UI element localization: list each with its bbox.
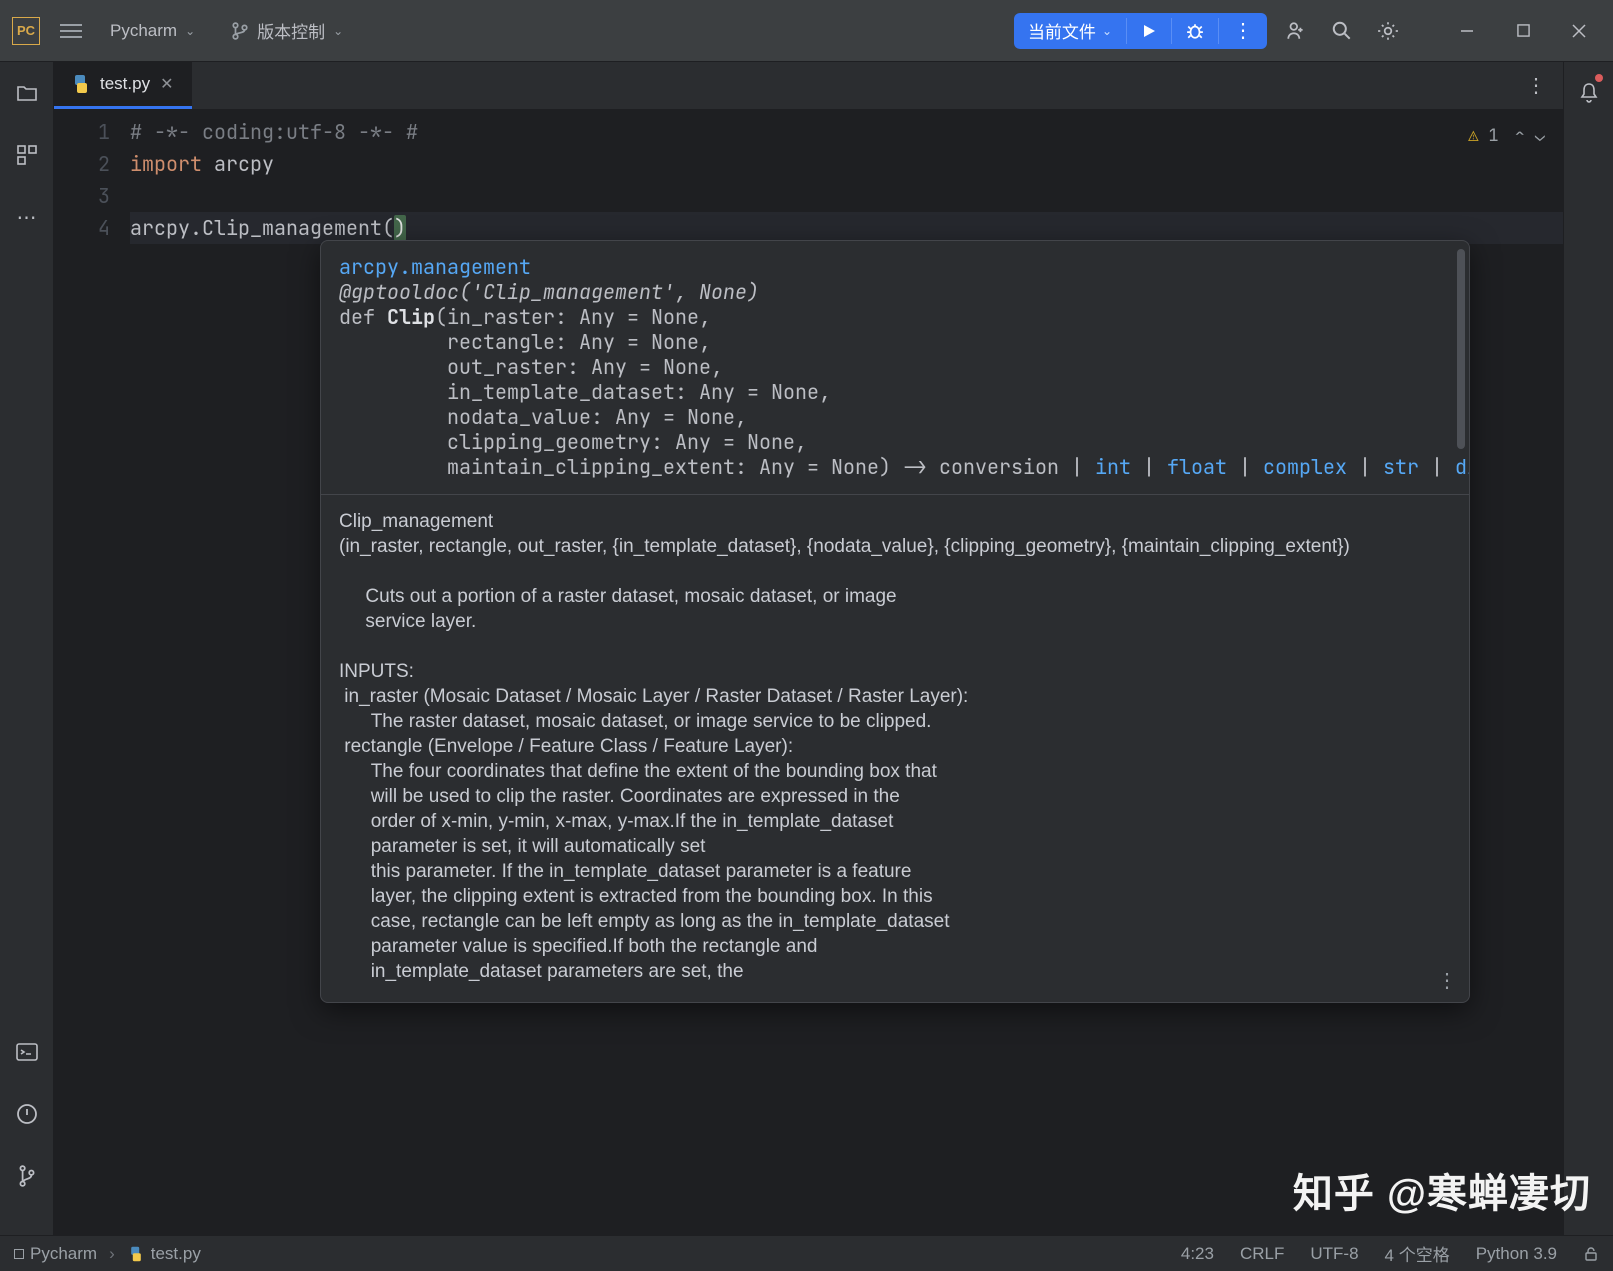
crumb-label: test.py — [151, 1244, 201, 1264]
editor-tab[interactable]: test.py ✕ — [54, 62, 192, 109]
cursor-position[interactable]: 4:23 — [1181, 1244, 1214, 1264]
warning-icon: ⚠ — [1468, 120, 1478, 152]
problems-tool-icon[interactable] — [10, 1097, 44, 1131]
project-selector[interactable]: Pycharm ⌄ — [102, 17, 203, 45]
chevron-down-icon: ⌄ — [1102, 24, 1112, 38]
popup-scrollbar[interactable] — [1457, 249, 1465, 449]
notification-dot-icon — [1595, 74, 1603, 82]
interpreter[interactable]: Python 3.9 — [1476, 1244, 1557, 1264]
close-tab-icon[interactable]: ✕ — [160, 74, 173, 94]
breadcrumb-root[interactable]: Pycharm — [14, 1244, 97, 1264]
parameter-hint-popup: arcpy.management @gptooldoc('Clip_manage… — [320, 240, 1470, 1003]
line-number: 1 — [54, 116, 110, 148]
module-icon — [14, 1249, 24, 1259]
python-file-icon — [72, 75, 90, 93]
code-ident: arcpy — [202, 151, 274, 177]
maximize-button[interactable] — [1501, 14, 1545, 48]
structure-tool-icon[interactable] — [10, 138, 44, 172]
project-tool-icon[interactable] — [10, 76, 44, 110]
hint-signature: arcpy.management @gptooldoc('Clip_manage… — [321, 241, 1469, 494]
app-logo: PC — [12, 17, 40, 45]
debug-button[interactable] — [1172, 13, 1218, 49]
minimize-button[interactable] — [1445, 14, 1489, 48]
git-tool-icon[interactable] — [10, 1159, 44, 1193]
chevron-down-icon: ⌄ — [185, 24, 195, 38]
run-config-group: 当前文件 ⌄ ⋮ — [1014, 13, 1267, 49]
settings-icon[interactable] — [1371, 14, 1405, 48]
project-name-label: Pycharm — [110, 21, 177, 41]
line-number: 3 — [54, 180, 110, 212]
python-file-icon — [129, 1246, 143, 1260]
more-run-button[interactable]: ⋮ — [1219, 13, 1267, 49]
close-window-button[interactable] — [1557, 14, 1601, 48]
chevron-up-icon[interactable]: ⌃ — [1515, 120, 1525, 152]
code-comment: # -*- coding:utf-8 -*- # — [130, 119, 418, 145]
breadcrumb-separator: › — [109, 1244, 115, 1264]
terminal-tool-icon[interactable] — [10, 1035, 44, 1069]
run-button[interactable] — [1127, 13, 1171, 49]
hint-documentation: Clip_management (in_raster, rectangle, o… — [321, 494, 1469, 1002]
vcs-selector[interactable]: 版本控制 ⌄ — [223, 14, 351, 47]
editor-tab-bar: test.py ✕ ⋮ — [54, 62, 1563, 110]
inspection-widget[interactable]: ⚠ 1 ⌃ ⌄ — [1468, 120, 1545, 152]
crumb-label: Pycharm — [30, 1244, 97, 1264]
readonly-lock-icon[interactable] — [1583, 1246, 1599, 1262]
main-menu-icon[interactable] — [60, 24, 82, 38]
tab-more-icon[interactable]: ⋮ — [1519, 69, 1553, 103]
branch-icon — [231, 22, 249, 40]
code-keyword: import — [130, 151, 202, 177]
more-tool-icon[interactable]: ⋯ — [10, 200, 44, 234]
left-tool-rail: ⋯ — [0, 62, 54, 1235]
editor-area: test.py ✕ ⋮ 1 2 3 4 # -*- coding:utf-8 -… — [54, 62, 1563, 1235]
matched-paren: ) — [394, 215, 406, 241]
breadcrumb-file[interactable]: test.py — [127, 1244, 201, 1264]
indent-setting[interactable]: 4 个空格 — [1385, 1241, 1450, 1266]
line-separator[interactable]: CRLF — [1240, 1244, 1284, 1264]
chevron-down-icon[interactable]: ⌄ — [1535, 120, 1545, 152]
run-config-label: 当前文件 — [1028, 18, 1096, 43]
vcs-label: 版本控制 — [257, 18, 325, 43]
code-call: arcpy.Clip_management — [130, 215, 382, 241]
warning-count: 1 — [1488, 120, 1498, 152]
statusbar: Pycharm › test.py 4:23 CRLF UTF-8 4 个空格 … — [0, 1235, 1613, 1271]
code-with-me-icon[interactable] — [1279, 14, 1313, 48]
right-tool-rail — [1563, 62, 1613, 1235]
line-number: 4 — [54, 212, 110, 244]
gutter: 1 2 3 4 — [54, 110, 124, 1235]
popup-more-icon[interactable]: ⋮ — [1437, 969, 1457, 994]
tab-filename: test.py — [100, 74, 150, 94]
search-icon[interactable] — [1325, 14, 1359, 48]
chevron-down-icon: ⌄ — [333, 24, 343, 38]
run-config-selector[interactable]: 当前文件 ⌄ — [1014, 13, 1126, 49]
file-encoding[interactable]: UTF-8 — [1310, 1244, 1358, 1264]
code-editor[interactable]: 1 2 3 4 # -*- coding:utf-8 -*- # import … — [54, 110, 1563, 1235]
line-number: 2 — [54, 148, 110, 180]
titlebar: PC Pycharm ⌄ 版本控制 ⌄ 当前文件 ⌄ ⋮ — [0, 0, 1613, 62]
